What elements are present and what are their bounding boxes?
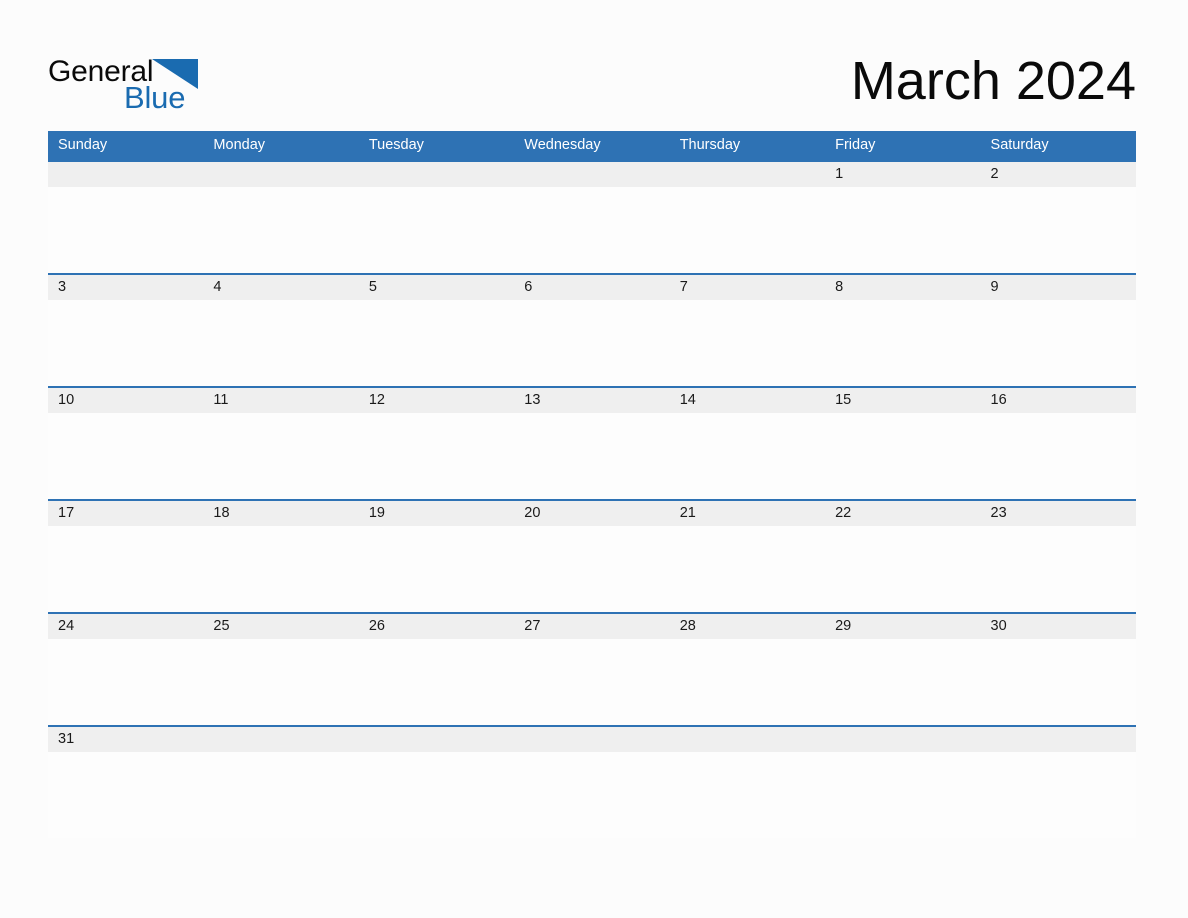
- week-date-band: 17 18 19 20 21 22 23: [48, 501, 1136, 526]
- calendar-day-cell[interactable]: [514, 727, 669, 752]
- calendar-day-cell[interactable]: 7: [670, 275, 825, 300]
- weekday-header-wednesday: Wednesday: [524, 137, 601, 153]
- week-date-band: 31: [48, 727, 1136, 752]
- week-event-area[interactable]: [48, 526, 1136, 612]
- calendar-day-cell[interactable]: 11: [203, 388, 358, 413]
- calendar-weekday-header: Sunday Monday Tuesday Wednesday Thursday…: [48, 131, 1136, 160]
- weekday-header-monday: Monday: [213, 137, 266, 153]
- calendar-week-row: 10 11 12 13 14 15 16: [48, 386, 1136, 499]
- calendar-day-cell[interactable]: 29: [825, 614, 980, 639]
- calendar-day-cell[interactable]: 19: [359, 501, 514, 526]
- calendar-day-cell[interactable]: 23: [981, 501, 1136, 526]
- week-event-area[interactable]: [48, 413, 1136, 499]
- calendar-day-cell[interactable]: 6: [514, 275, 669, 300]
- calendar-day-cell[interactable]: 21: [670, 501, 825, 526]
- calendar-day-cell[interactable]: 31: [48, 727, 203, 752]
- calendar-day-cell[interactable]: 12: [359, 388, 514, 413]
- calendar-day-cell[interactable]: 15: [825, 388, 980, 413]
- calendar-day-cell[interactable]: 20: [514, 501, 669, 526]
- calendar-day-cell[interactable]: [514, 162, 669, 187]
- calendar-day-cell[interactable]: 10: [48, 388, 203, 413]
- calendar-day-cell[interactable]: 14: [670, 388, 825, 413]
- calendar-day-cell[interactable]: [981, 727, 1136, 752]
- week-event-area[interactable]: [48, 639, 1136, 725]
- week-date-band: 24 25 26 27 28 29 30: [48, 614, 1136, 639]
- calendar-day-cell[interactable]: 30: [981, 614, 1136, 639]
- calendar-day-cell[interactable]: [359, 162, 514, 187]
- week-event-area[interactable]: [48, 300, 1136, 386]
- calendar-day-cell[interactable]: [359, 727, 514, 752]
- calendar-day-cell[interactable]: 27: [514, 614, 669, 639]
- week-event-area[interactable]: [48, 752, 1136, 838]
- calendar-day-cell[interactable]: 25: [203, 614, 358, 639]
- calendar-day-cell[interactable]: 3: [48, 275, 203, 300]
- calendar-day-cell[interactable]: 28: [670, 614, 825, 639]
- calendar-day-cell[interactable]: 8: [825, 275, 980, 300]
- calendar-day-cell[interactable]: 17: [48, 501, 203, 526]
- calendar-day-cell[interactable]: [203, 162, 358, 187]
- calendar-day-cell[interactable]: 13: [514, 388, 669, 413]
- calendar-day-cell[interactable]: 18: [203, 501, 358, 526]
- calendar-week-row: 3 4 5 6 7 8 9: [48, 273, 1136, 386]
- week-date-band: 1 2: [48, 162, 1136, 187]
- calendar-day-cell[interactable]: 1: [825, 162, 980, 187]
- calendar-day-cell[interactable]: 2: [981, 162, 1136, 187]
- week-date-band: 10 11 12 13 14 15 16: [48, 388, 1136, 413]
- calendar-day-cell[interactable]: [203, 727, 358, 752]
- calendar-day-cell[interactable]: 4: [203, 275, 358, 300]
- page-header: General Blue March 2024: [48, 48, 1136, 118]
- page-title: March 2024: [850, 51, 1136, 111]
- logo-word-blue: Blue: [124, 80, 186, 115]
- calendar-day-cell[interactable]: 26: [359, 614, 514, 639]
- calendar-day-cell[interactable]: 16: [981, 388, 1136, 413]
- weekday-header-sunday: Sunday: [58, 137, 108, 153]
- week-event-area[interactable]: [48, 187, 1136, 273]
- calendar-day-cell[interactable]: [670, 727, 825, 752]
- calendar-day-cell[interactable]: 24: [48, 614, 203, 639]
- calendar-week-row: 1 2: [48, 160, 1136, 273]
- weekday-header-thursday: Thursday: [679, 137, 741, 153]
- calendar-day-cell[interactable]: 9: [981, 275, 1136, 300]
- calendar-table: Sunday Monday Tuesday Wednesday Thursday…: [48, 131, 1136, 838]
- calendar-day-cell[interactable]: [670, 162, 825, 187]
- weekday-header-saturday: Saturday: [990, 137, 1049, 153]
- calendar-day-cell[interactable]: [48, 162, 203, 187]
- calendar-day-cell[interactable]: [825, 727, 980, 752]
- weekday-header-tuesday: Tuesday: [368, 137, 424, 153]
- week-date-band: 3 4 5 6 7 8 9: [48, 275, 1136, 300]
- calendar-day-cell[interactable]: 5: [359, 275, 514, 300]
- weekday-header-friday: Friday: [835, 137, 876, 153]
- calendar-week-row: 24 25 26 27 28 29 30: [48, 612, 1136, 725]
- calendar-week-row: 31: [48, 725, 1136, 838]
- general-blue-logo[interactable]: General Blue: [48, 48, 198, 114]
- calendar-week-row: 17 18 19 20 21 22 23: [48, 499, 1136, 612]
- calendar-day-cell[interactable]: 22: [825, 501, 980, 526]
